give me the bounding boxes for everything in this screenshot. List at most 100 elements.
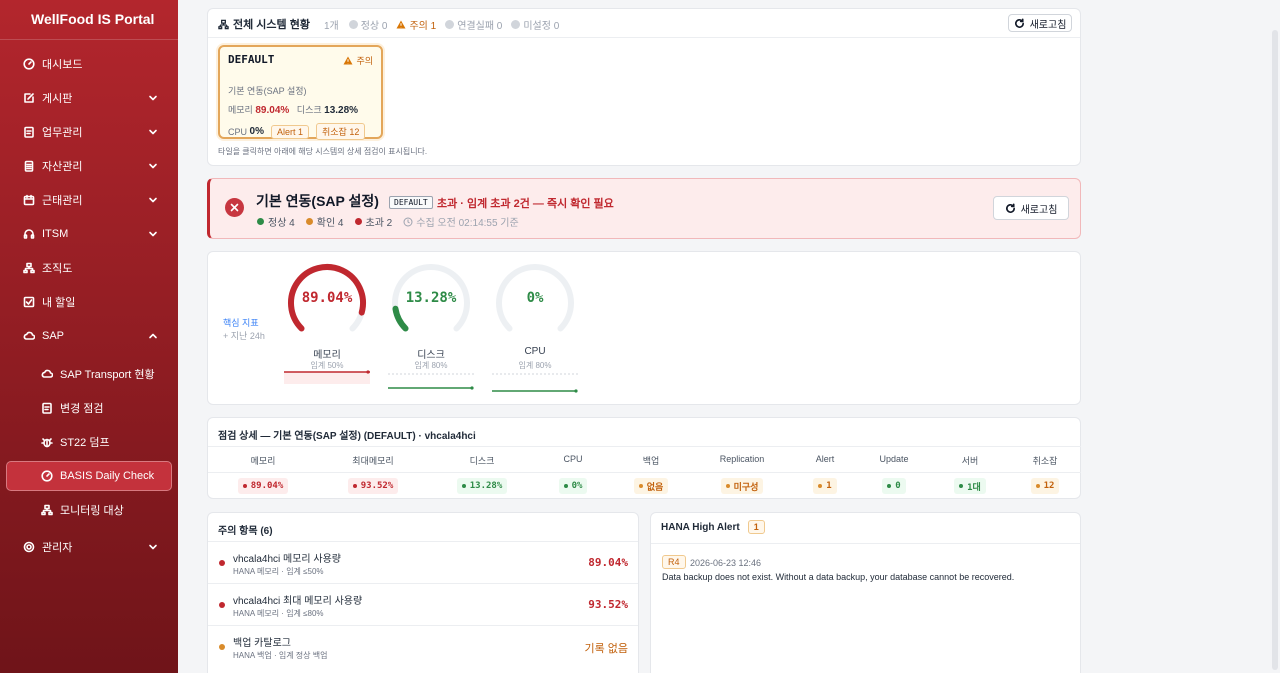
sidebar-item-label: SAP Transport 현황 bbox=[60, 369, 155, 381]
sidebar-item-work[interactable]: 업무관리 bbox=[0, 117, 178, 147]
banner-system-tag: DEFAULT bbox=[389, 196, 433, 209]
hana-alert-header: HANA High Alert 1 bbox=[661, 520, 765, 534]
sidebar-item-change-check[interactable]: 변경 점검 bbox=[0, 393, 178, 423]
filter-unset[interactable]: 미설정 0 bbox=[511, 17, 559, 32]
chevron-up-icon bbox=[149, 333, 157, 339]
x-circle-icon bbox=[445, 19, 455, 29]
detail-value: 0 bbox=[882, 478, 906, 494]
issue-item[interactable]: vhcala4hci 메모리 사용량 HANA 메모리 · 임계 ≤50% 89… bbox=[208, 541, 638, 583]
document-icon bbox=[23, 160, 35, 172]
stat-check-label: 확인 4 bbox=[316, 218, 344, 229]
sidebar-item-monitoring-targets[interactable]: 모니터링 대상 bbox=[0, 495, 178, 525]
sidebar-item-board[interactable]: 게시판 bbox=[0, 83, 178, 113]
dashboard-icon bbox=[41, 470, 53, 482]
clipboard-icon bbox=[41, 402, 53, 414]
scrollbar[interactable] bbox=[1270, 0, 1280, 673]
divider bbox=[208, 37, 1080, 38]
sidebar-item-admin[interactable]: 관리자 bbox=[0, 532, 178, 562]
chevron-down-icon bbox=[149, 129, 157, 135]
system-tile-default[interactable]: DEFAULT 주의 기본 연동(SAP 설정) 메모리 89.04% 디스크 … bbox=[218, 45, 383, 140]
edit-icon bbox=[23, 92, 35, 104]
status-dot bbox=[219, 602, 225, 608]
stat-collected: 수집 오전 02:14:55 기준 bbox=[403, 214, 519, 229]
filter-warning[interactable]: 주의 1 bbox=[396, 17, 436, 32]
sidebar-item-label: 조직도 bbox=[42, 263, 73, 275]
status-dot bbox=[563, 484, 568, 488]
org-chart-icon bbox=[23, 262, 35, 274]
tile-mem-disk: 메모리 89.04% 디스크 13.28% bbox=[228, 103, 358, 116]
issue-item[interactable]: 백업 카탈로그 HANA 백업 · 임계 정상 백업 기록 없음 bbox=[208, 625, 638, 667]
kpi-sub: + 지난 24h bbox=[223, 331, 265, 341]
refresh-label: 새로고침 bbox=[1029, 19, 1067, 31]
tile-hint: 타일을 클릭하면 아래에 해당 시스템의 상세 점검이 표시됩니다. bbox=[218, 147, 428, 156]
sidebar-item-dashboard[interactable]: 대시보드 bbox=[0, 49, 178, 79]
minus-circle-icon bbox=[511, 19, 521, 29]
issue-value: 기록 없음 bbox=[584, 643, 628, 655]
dashboard-icon bbox=[23, 58, 35, 70]
filter-normal-label: 정상 0 bbox=[360, 20, 388, 32]
detail-value: 1 bbox=[813, 478, 837, 494]
sidebar-item-st22-dump[interactable]: ST22 덤프 bbox=[0, 427, 178, 457]
sidebar-item-label: 게시판 bbox=[42, 93, 73, 105]
sidebar-item-assets[interactable]: 자산관리 bbox=[0, 151, 178, 181]
cpu-sparkline bbox=[492, 373, 578, 393]
check-detail-card: 점검 상세 — 기본 연동(SAP 설정) (DEFAULT) · vhcala… bbox=[207, 417, 1081, 499]
hana-alert-card: HANA High Alert 1 R4 2026-06-23 12:46 Da… bbox=[650, 512, 1081, 673]
tile-cpu-row: CPU 0% Alert 1 취소잡 12 bbox=[228, 123, 366, 140]
sidebar-item-itsm[interactable]: ITSM bbox=[0, 219, 178, 249]
divider bbox=[208, 472, 1081, 473]
sidebar-item-sap-transport[interactable]: SAP Transport 현황 bbox=[0, 359, 178, 389]
chevron-down-icon bbox=[149, 231, 157, 237]
status-dot bbox=[725, 484, 730, 488]
refresh-icon bbox=[1014, 18, 1024, 28]
org-chart-icon bbox=[41, 504, 53, 516]
calendar-icon bbox=[23, 194, 35, 206]
gauge-value: 0% bbox=[526, 290, 544, 306]
sidebar-item-org-chart[interactable]: 조직도 bbox=[0, 253, 178, 283]
tile-cancel-chip: 취소잡 12 bbox=[316, 123, 366, 140]
stat-normal-label: 정상 4 bbox=[268, 218, 295, 229]
sidebar-item-attendance[interactable]: 근태관리 bbox=[0, 185, 178, 215]
tile-disk-label: 디스크 bbox=[296, 105, 322, 115]
disk-sparkline bbox=[388, 373, 474, 390]
detail-value: 미구성 bbox=[720, 478, 764, 494]
status-dot bbox=[959, 484, 964, 488]
divider bbox=[651, 543, 1080, 544]
checkbox-icon bbox=[23, 296, 35, 308]
tile-cpu-value: 0% bbox=[249, 126, 264, 137]
sidebar-item-basis-daily-check[interactable]: BASIS Daily Check bbox=[6, 461, 172, 491]
scrollbar-thumb[interactable] bbox=[1272, 30, 1278, 670]
detail-value: 0% bbox=[558, 478, 588, 494]
sidebar-item-my-tasks[interactable]: 내 할일 bbox=[0, 287, 178, 317]
stat-normal: 정상 4 bbox=[257, 214, 295, 229]
status-dot bbox=[638, 484, 643, 488]
sidebar-item-sap[interactable]: SAP bbox=[0, 321, 178, 351]
issue-sub: HANA 메모리 · 임계 ≤80% bbox=[233, 609, 324, 618]
overview-header: 전체 시스템 현황 1개 정상 0 주의 1 연결실패 0 미설정 0 bbox=[218, 17, 568, 32]
tile-subtitle: 기본 연동(SAP 설정) bbox=[228, 86, 307, 96]
gauge-value: 89.04% bbox=[301, 290, 353, 306]
filter-normal[interactable]: 정상 0 bbox=[348, 17, 388, 32]
chevron-down-icon bbox=[149, 163, 157, 169]
sidebar-item-label: 자산관리 bbox=[42, 161, 83, 173]
kpi-card: 핵심 지표 + 지난 24h 89.04% 메모리 임계 50% 13.28% … bbox=[207, 251, 1081, 405]
stat-exceed-label: 초과 2 bbox=[365, 218, 393, 229]
detail-value: 없음 bbox=[633, 478, 669, 494]
tile-mem-label: 메모리 bbox=[228, 105, 253, 115]
system-count: 1개 bbox=[323, 20, 339, 32]
issue-item[interactable]: vhcala4hci 최대 메모리 사용량 HANA 메모리 · 임계 ≤80%… bbox=[208, 583, 638, 625]
issue-sub: HANA 메모리 · 임계 ≤50% bbox=[233, 567, 324, 576]
overview-refresh-button[interactable]: 새로고침 bbox=[1008, 14, 1072, 32]
main-content: 전체 시스템 현황 1개 정상 0 주의 1 연결실패 0 미설정 0 새로고침… bbox=[178, 0, 1270, 673]
issue-name: 백업 카탈로그 bbox=[233, 638, 291, 649]
filter-conn-fail[interactable]: 연결실패 0 bbox=[445, 17, 502, 32]
alert-rating-badge: R4 bbox=[662, 555, 686, 569]
banner-refresh-button[interactable]: 새로고침 bbox=[993, 196, 1069, 220]
chevron-down-icon bbox=[149, 95, 157, 101]
issues-card: 주의 항목 (6) vhcala4hci 메모리 사용량 HANA 메모리 · … bbox=[207, 512, 639, 673]
detail-value: 12 bbox=[1030, 478, 1060, 494]
detail-value: 89.04% bbox=[237, 478, 289, 494]
sidebar-item-label: ST22 덤프 bbox=[60, 437, 110, 449]
headset-icon bbox=[23, 228, 35, 240]
tile-name: DEFAULT bbox=[228, 53, 275, 66]
